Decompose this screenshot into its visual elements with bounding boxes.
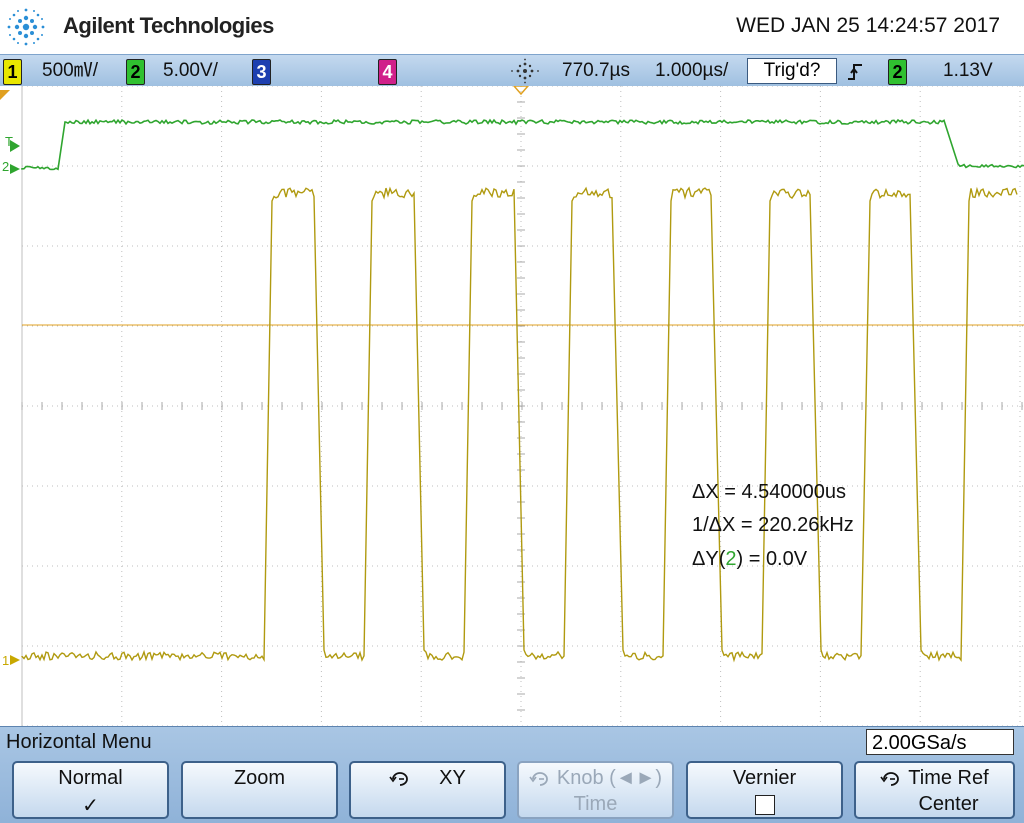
status-bar: 1 500㎷/ 2 5.00V/ 3 4 770.7µs 1.000µs/ Tr… (0, 54, 1024, 88)
cycle-icon (880, 771, 902, 787)
agilent-spark-logo-icon (2, 3, 50, 51)
channel-1-scale: 500㎷/ (42, 59, 98, 83)
time-ref-label: Time Ref (908, 767, 988, 789)
sample-rate: 2.00GSa/s (866, 729, 1014, 755)
delta-y-readout: ΔY(2) = 0.0V (692, 548, 808, 570)
horizontal-menu: Horizontal Menu 2.00GSa/s Normal ✓ Zoom … (0, 726, 1024, 823)
inverse-delta-x-readout: 1/ΔX = 220.26kHz (692, 514, 854, 536)
channel-1-ground-marker[interactable]: 1 (2, 653, 9, 668)
cycle-icon (529, 771, 551, 787)
time-ref-softkey[interactable]: Time Ref Center (854, 761, 1015, 819)
header: Agilent Technologies WED JAN 25 14:24:57… (0, 0, 1024, 54)
channel-3-indicator[interactable]: 3 (252, 59, 271, 85)
trigger-level: 1.13V (943, 59, 993, 83)
date-time: WED JAN 25 14:24:57 2017 (736, 14, 1000, 38)
vernier-softkey[interactable]: Vernier (686, 761, 843, 819)
delta-x-readout: ΔX = 4.540000us (692, 481, 846, 503)
acquisition-icon (508, 58, 542, 84)
zoom-label: Zoom (183, 767, 336, 790)
normal-label: Normal (14, 767, 167, 790)
normal-checkmark: ✓ (14, 793, 167, 818)
vernier-label: Vernier (688, 767, 841, 790)
xy-label: XY (439, 767, 466, 789)
rising-edge-icon (846, 62, 864, 82)
normal-softkey[interactable]: Normal ✓ (12, 761, 169, 819)
time-ref-value: Center (856, 793, 1013, 816)
trigger-source-indicator: 2 (888, 59, 907, 85)
knob-label: Knob (◄►) (557, 767, 662, 789)
horizontal-delay: 770.7µs (562, 59, 630, 83)
channel-2-ground-marker[interactable]: 2 (2, 159, 9, 174)
channel-1-indicator[interactable]: 1 (3, 59, 22, 85)
knob-value: Time (519, 793, 672, 816)
knob-time-softkey[interactable]: Knob (◄►) Time (517, 761, 674, 819)
channel-2-indicator[interactable]: 2 (126, 59, 145, 85)
brand-name: Agilent Technologies (63, 13, 274, 39)
vernier-checkbox[interactable] (755, 795, 775, 815)
channel-4-indicator[interactable]: 4 (378, 59, 397, 85)
trigger-status: Trig'd? (747, 58, 837, 84)
timebase-scale: 1.000µs/ (655, 59, 728, 83)
xy-softkey[interactable]: XY (349, 761, 506, 819)
zoom-softkey[interactable]: Zoom (181, 761, 338, 819)
cycle-icon (389, 771, 411, 787)
menu-title: Horizontal Menu (6, 731, 152, 754)
channel-2-scale: 5.00V/ (163, 59, 218, 83)
waveform-display[interactable]: T 2 1 ΔX = 4.540000us 1/ΔX = 220.26kHz Δ… (0, 86, 1024, 726)
